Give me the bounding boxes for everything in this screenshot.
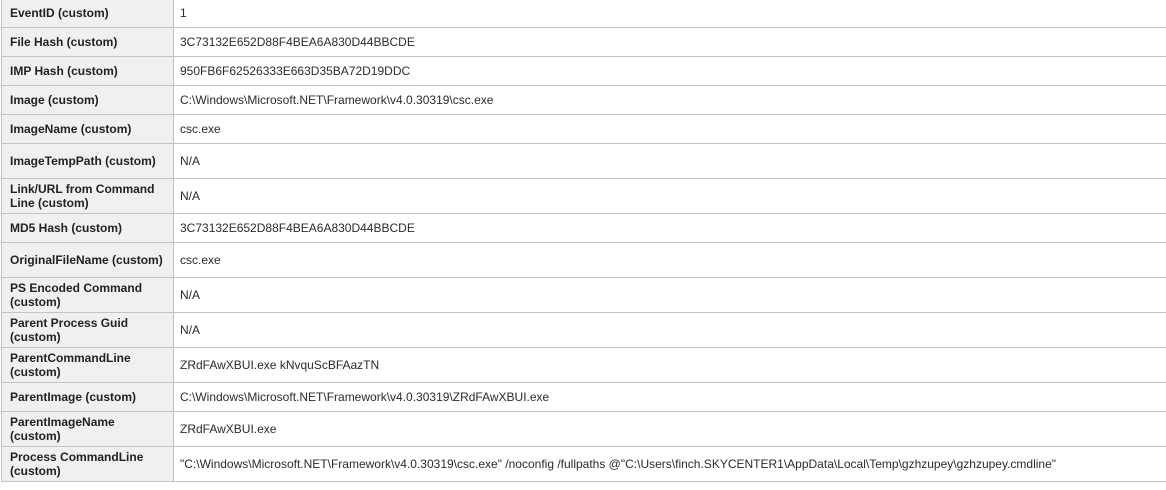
property-value: C:\Windows\Microsoft.NET\Framework\v4.0.…	[173, 382, 1166, 412]
table-row: File Hash (custom) 3C73132E652D88F4BEA6A…	[1, 27, 1166, 57]
property-name: ImageTempPath (custom)	[1, 143, 174, 179]
table-row: IMP Hash (custom) 950FB6F62526333E663D35…	[1, 56, 1166, 86]
property-value: csc.exe	[173, 242, 1166, 278]
property-name: ParentImage (custom)	[1, 382, 174, 412]
property-name: ImageName (custom)	[1, 114, 174, 144]
property-name: PS Encoded Command (custom)	[1, 277, 174, 313]
table-row: Image (custom) C:\Windows\Microsoft.NET\…	[1, 85, 1166, 115]
property-name: Link/URL from Command Line (custom)	[1, 178, 174, 214]
table-row: PS Encoded Command (custom) N/A	[1, 277, 1166, 313]
property-name: Parent Process Guid (custom)	[1, 312, 174, 348]
property-value: N/A	[173, 178, 1166, 214]
property-name: ParentImageName (custom)	[1, 411, 174, 447]
table-row: ImageName (custom) csc.exe	[1, 114, 1166, 144]
property-value: ZRdFAwXBUI.exe kNvquScBFAazTN	[173, 347, 1166, 383]
property-value: csc.exe	[173, 114, 1166, 144]
property-value: 3C73132E652D88F4BEA6A830D44BBCDE	[173, 27, 1166, 57]
property-name: File Hash (custom)	[1, 27, 174, 57]
property-value: ZRdFAwXBUI.exe	[173, 411, 1166, 447]
table-row: ParentCommandLine (custom) ZRdFAwXBUI.ex…	[1, 347, 1166, 383]
property-value: 1	[173, 0, 1166, 28]
table-row: Process CommandLine (custom) "C:\Windows…	[1, 446, 1166, 482]
table-row: Link/URL from Command Line (custom) N/A	[1, 178, 1166, 214]
property-value: N/A	[173, 277, 1166, 313]
property-name: OriginalFileName (custom)	[1, 242, 174, 278]
property-value: 950FB6F62526333E663D35BA72D19DDC	[173, 56, 1166, 86]
table-row: ParentImageName (custom) ZRdFAwXBUI.exe	[1, 411, 1166, 447]
property-name: Image (custom)	[1, 85, 174, 115]
table-row: MD5 Hash (custom) 3C73132E652D88F4BEA6A8…	[1, 213, 1166, 243]
property-name: IMP Hash (custom)	[1, 56, 174, 86]
property-value: "C:\Windows\Microsoft.NET\Framework\v4.0…	[173, 446, 1166, 482]
table-row: ParentImage (custom) C:\Windows\Microsof…	[1, 382, 1166, 412]
property-value: C:\Windows\Microsoft.NET\Framework\v4.0.…	[173, 85, 1166, 115]
property-name: MD5 Hash (custom)	[1, 213, 174, 243]
table-row: OriginalFileName (custom) csc.exe	[1, 242, 1166, 278]
property-value: 3C73132E652D88F4BEA6A830D44BBCDE	[173, 213, 1166, 243]
property-value: N/A	[173, 143, 1166, 179]
table-row: EventID (custom) 1	[1, 0, 1166, 28]
table-row: Parent Process Guid (custom) N/A	[1, 312, 1166, 348]
property-name: Process CommandLine (custom)	[1, 446, 174, 482]
property-value: N/A	[173, 312, 1166, 348]
event-properties-table: EventID (custom) 1 File Hash (custom) 3C…	[1, 0, 1166, 482]
property-name: EventID (custom)	[1, 0, 174, 28]
property-name: ParentCommandLine (custom)	[1, 347, 174, 383]
table-row: ImageTempPath (custom) N/A	[1, 143, 1166, 179]
